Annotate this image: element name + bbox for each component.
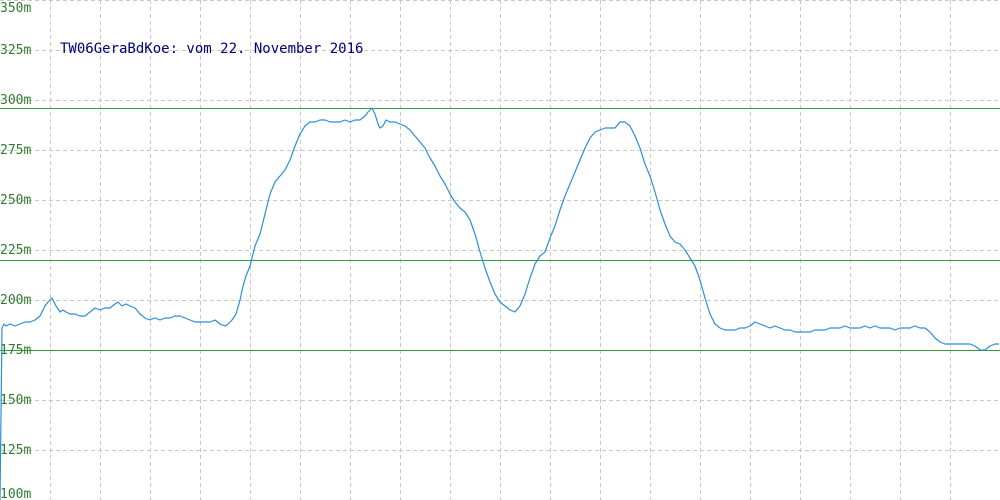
y-tick-label-9: 325m: [0, 43, 31, 58]
y-tick-label-2: 150m: [0, 393, 31, 408]
y-tick-label-6: 250m: [0, 193, 31, 208]
y-tick-label-1: 125m: [0, 443, 31, 458]
y-tick-label-4: 200m: [0, 293, 31, 308]
chart-title: TW06GeraBdKoe: vom 22. November 2016: [60, 41, 363, 57]
y-tick-label-5: 225m: [0, 243, 31, 258]
y-tick-label-8: 300m: [0, 93, 31, 108]
y-tick-label-3: 175m: [0, 343, 31, 358]
y-tick-label-10: 350m: [0, 1, 31, 16]
y-tick-label-0: 100m: [0, 487, 31, 500]
y-tick-label-7: 275m: [0, 143, 31, 158]
elevation-chart: 100m 125m 150m 175m 200m 225m 250m 275m 300m 325m…: [0, 0, 1000, 500]
